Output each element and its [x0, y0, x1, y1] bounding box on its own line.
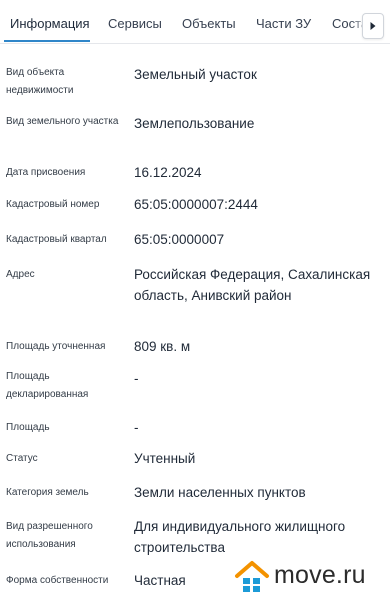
active-tab-indicator [4, 40, 90, 42]
field-label: Категория земель [6, 487, 89, 498]
field-label: Статус [6, 453, 38, 464]
move-ru-watermark: move.ru [232, 556, 382, 596]
field-value: Земельный участок [134, 67, 257, 82]
field-label: Дата присвоения [6, 167, 86, 178]
field-label: Вид разрешенного использования [6, 521, 93, 550]
field-value: Для индивидуального жилищного строительс… [134, 519, 346, 555]
field-value: 65:05:0000007:2444 [134, 197, 258, 212]
field-value: Земли населенных пунктов [134, 485, 306, 500]
tab-objects[interactable]: Объекты [182, 0, 236, 43]
field-label: Вид земельного участка [6, 116, 119, 127]
field-label: Площадь декларированная [6, 371, 89, 400]
tab-scroll-right-button[interactable] [362, 13, 384, 39]
field-label: Площадь уточненная [6, 341, 106, 352]
field-label: Кадастровый квартал [6, 234, 107, 245]
field-label: Форма собственности [6, 575, 109, 586]
field-value: - [134, 420, 139, 435]
field-value: 809 кв. м [134, 339, 191, 354]
field-value: - [134, 371, 139, 386]
field-value: 65:05:0000007 [134, 232, 225, 247]
field-value: Землепользование [134, 116, 255, 131]
field-value: 16.12.2024 [134, 165, 202, 180]
field-label: Адрес [6, 269, 35, 280]
field-label: Кадастровый номер [6, 199, 100, 210]
tab-services[interactable]: Сервисы [108, 0, 162, 43]
chevron-right-icon [370, 22, 376, 30]
field-value: Российская Федерация, Сахалинская област… [134, 267, 371, 303]
house-logo-icon [235, 561, 269, 592]
tab-land-parts[interactable]: Части ЗУ [256, 0, 311, 43]
field-value: Учтенный [134, 451, 196, 466]
field-label: Площадь [6, 422, 50, 433]
tab-information[interactable]: Информация [10, 0, 90, 43]
field-label: Вид объекта недвижимости [6, 67, 74, 96]
watermark-text: move.ru [274, 561, 366, 589]
tab-bar: Информация Сервисы Объекты Части ЗУ Сост… [0, 0, 390, 44]
